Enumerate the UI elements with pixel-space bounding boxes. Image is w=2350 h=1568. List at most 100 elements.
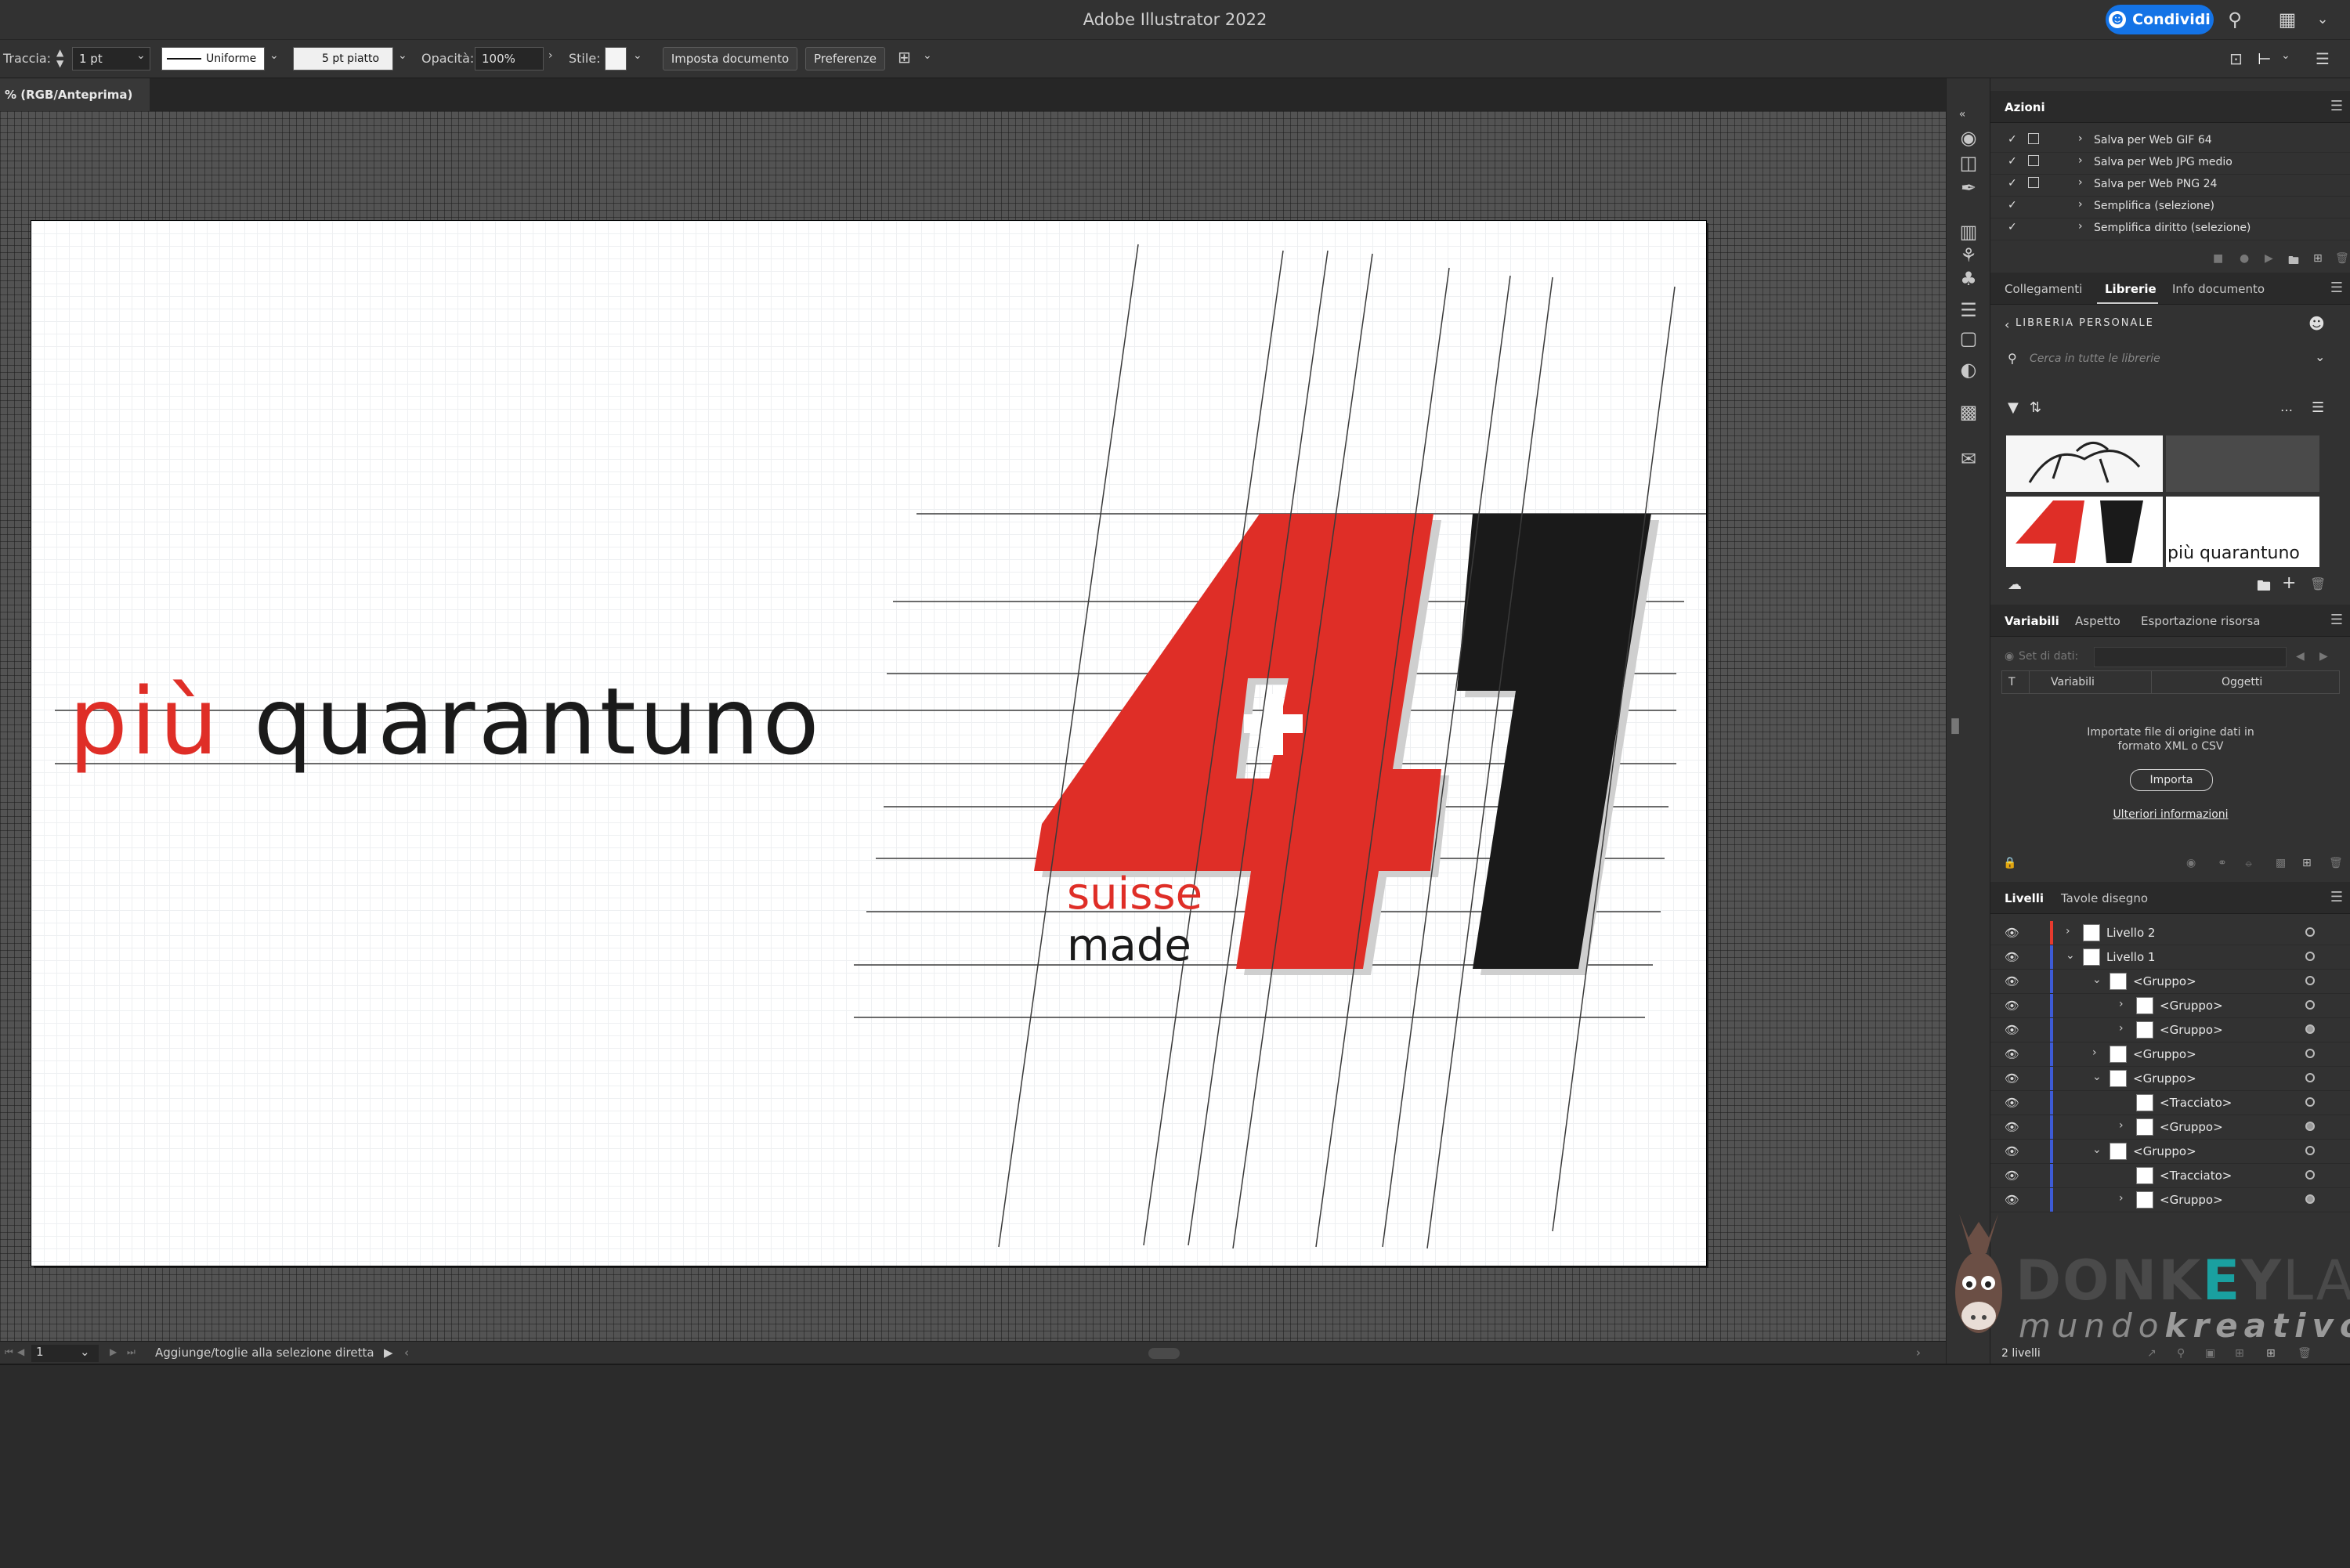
arrange-icon[interactable]: ⊞ bbox=[898, 48, 911, 67]
new-layer-icon[interactable]: ⊞ bbox=[2266, 1347, 2276, 1360]
layer-name[interactable]: <Gruppo> bbox=[2160, 1120, 2223, 1134]
back-chevron-icon[interactable]: ‹ bbox=[2005, 317, 2009, 332]
layer-target-icon[interactable] bbox=[2305, 1000, 2315, 1010]
action-expand-icon[interactable]: › bbox=[2078, 198, 2083, 211]
tab-links[interactable]: Collegamenti bbox=[2005, 282, 2082, 296]
layer-name[interactable]: Livello 2 bbox=[2106, 926, 2155, 940]
style-dropdown-icon[interactable]: ⌄ bbox=[633, 49, 642, 62]
clipping-mask-icon[interactable]: ▣ bbox=[2205, 1347, 2215, 1360]
status-menu-icon[interactable]: ▶ bbox=[384, 1346, 393, 1360]
actions-tab[interactable]: Azioni bbox=[2005, 100, 2045, 114]
variable-width-profile[interactable]: Uniforme bbox=[161, 47, 265, 70]
delete-layer-icon[interactable]: 🗑 bbox=[2298, 1347, 2312, 1360]
layer-expand-icon[interactable]: › bbox=[2119, 1119, 2124, 1132]
layer-row[interactable]: 👁 <Tracciato> bbox=[1990, 1164, 2350, 1188]
new-folder-icon[interactable]: 🖿 bbox=[2257, 576, 2271, 600]
scroll-left-icon[interactable]: ‹ bbox=[404, 1346, 409, 1360]
collapse-panels-icon[interactable]: « bbox=[1950, 102, 1975, 127]
layer-name[interactable]: <Gruppo> bbox=[2133, 1144, 2196, 1158]
layer-row[interactable]: 👁 ⌄ <Gruppo> bbox=[1990, 970, 2350, 994]
layer-expand-icon[interactable]: ⌄ bbox=[2092, 1143, 2102, 1156]
visibility-eye-icon[interactable]: 👁 bbox=[2005, 1023, 2019, 1037]
library-item-placeholder[interactable] bbox=[2166, 435, 2319, 492]
layer-row[interactable]: 👁 <Tracciato> bbox=[1990, 1091, 2350, 1115]
more-info-link[interactable]: Ulteriori informazioni bbox=[1990, 808, 2350, 821]
layer-name[interactable]: <Gruppo> bbox=[2160, 1023, 2223, 1037]
layer-expand-icon[interactable]: ⌄ bbox=[2066, 949, 2075, 962]
layer-row[interactable]: 👁 › Livello 2 bbox=[1990, 921, 2350, 945]
new-variable-icon[interactable]: ⊞ bbox=[2302, 857, 2312, 869]
visibility-eye-icon[interactable]: 👁 bbox=[2005, 1047, 2019, 1061]
swatches-icon[interactable]: ◫ bbox=[1956, 150, 1981, 175]
layer-target-icon[interactable] bbox=[2305, 1073, 2315, 1082]
preferences-button[interactable]: Preferenze bbox=[805, 47, 885, 70]
action-enabled-check-icon[interactable]: ✓ bbox=[2008, 133, 2017, 146]
libraries-icon[interactable]: ▥ bbox=[1956, 219, 1981, 244]
action-enabled-check-icon[interactable]: ✓ bbox=[2008, 199, 2017, 211]
previous-dataset-icon[interactable]: ◀ bbox=[2296, 650, 2305, 663]
visibility-eye-icon[interactable]: 👁 bbox=[2005, 1169, 2019, 1183]
action-enabled-check-icon[interactable]: ✓ bbox=[2008, 221, 2017, 233]
capture-dataset-icon[interactable]: ◉ bbox=[2186, 857, 2196, 869]
new-set-icon[interactable]: 🖿 bbox=[2288, 252, 2299, 271]
layer-target-icon[interactable] bbox=[2305, 1170, 2315, 1180]
brushes-icon[interactable]: ✒ bbox=[1956, 175, 1981, 201]
new-action-icon[interactable]: ⊞ bbox=[2313, 252, 2323, 265]
bind-icon[interactable]: ⚭ bbox=[2218, 857, 2227, 869]
action-expand-icon[interactable]: › bbox=[2078, 154, 2083, 167]
export-icon[interactable]: ↗ bbox=[2147, 1347, 2157, 1360]
layer-expand-icon[interactable]: ⌄ bbox=[2092, 1071, 2102, 1083]
visibility-eye-icon[interactable]: 👁 bbox=[2005, 950, 2019, 964]
layer-row[interactable]: 👁 › <Gruppo> bbox=[1990, 1018, 2350, 1042]
hamburger-menu-icon[interactable]: ☰ bbox=[2316, 49, 2330, 68]
gradient-icon[interactable]: ▢ bbox=[1956, 326, 1981, 351]
align-icon[interactable]: ⊡ bbox=[2229, 49, 2243, 68]
opacity-field[interactable]: 100% bbox=[475, 47, 544, 70]
panel-menu-icon[interactable]: ⌄ bbox=[2281, 49, 2290, 62]
layers-panel-menu-icon[interactable]: ☰ bbox=[2330, 889, 2343, 905]
layer-target-icon[interactable] bbox=[2305, 1049, 2315, 1058]
layer-row[interactable]: 👁 ⌄ <Gruppo> bbox=[1990, 1067, 2350, 1091]
new-sublayer-icon[interactable]: ⊞ bbox=[2235, 1347, 2244, 1360]
visibility-eye-icon[interactable]: 👁 bbox=[2005, 1193, 2019, 1207]
properties-icon[interactable]: ⊢ bbox=[2258, 49, 2271, 68]
graphic-style-swatch[interactable] bbox=[605, 47, 627, 70]
layer-name[interactable]: <Tracciato> bbox=[2160, 1169, 2232, 1183]
tab-asset-export[interactable]: Esportazione risorsa bbox=[2141, 614, 2260, 628]
layer-name[interactable]: <Tracciato> bbox=[2160, 1096, 2232, 1110]
layer-expand-icon[interactable]: ⌄ bbox=[2092, 974, 2102, 986]
action-item[interactable]: ✓ › Salva per Web JPG medio bbox=[1990, 152, 2350, 175]
layer-target-icon[interactable] bbox=[2305, 1024, 2315, 1034]
sort-icon[interactable]: ⇅ bbox=[2030, 399, 2041, 416]
action-dialog-toggle[interactable] bbox=[2028, 177, 2039, 188]
action-item[interactable]: ✓ › Semplifica (selezione) bbox=[1990, 196, 2350, 219]
layer-name[interactable]: <Gruppo> bbox=[2133, 974, 2196, 988]
actions-panel-menu-icon[interactable]: ☰ bbox=[2330, 98, 2343, 114]
cloud-icon[interactable]: ☁ bbox=[2008, 576, 2022, 593]
last-artboard-icon[interactable]: ⏭ bbox=[127, 1346, 136, 1358]
grid-view-icon[interactable]: … bbox=[2280, 399, 2293, 414]
delete-variable-icon[interactable]: 🗑 bbox=[2329, 857, 2343, 869]
brush-dropdown-icon[interactable]: ⌄ bbox=[398, 49, 407, 62]
document-tab[interactable]: % (RGB/Anteprima) bbox=[0, 78, 150, 111]
add-item-icon[interactable]: + bbox=[2282, 573, 2296, 593]
first-artboard-icon[interactable]: ⏮ bbox=[5, 1346, 13, 1358]
action-item[interactable]: ✓ › Semplifica diritto (selezione) bbox=[1990, 218, 2350, 240]
layer-name[interactable]: <Gruppo> bbox=[2133, 1047, 2196, 1061]
layer-row[interactable]: 👁 ⌄ <Gruppo> bbox=[1990, 1140, 2350, 1164]
tab-layers[interactable]: Livelli bbox=[2005, 891, 2044, 905]
unbind-icon[interactable]: ⦵ bbox=[2244, 857, 2254, 869]
stroke-stepper-icon[interactable]: ▲ ▼ bbox=[56, 47, 63, 69]
action-dialog-toggle[interactable] bbox=[2028, 133, 2039, 144]
layer-name[interactable]: Livello 1 bbox=[2106, 950, 2155, 964]
visibility-eye-icon[interactable]: 👁 bbox=[2005, 1144, 2019, 1158]
layer-target-icon[interactable] bbox=[2305, 952, 2315, 961]
variable-icon[interactable]: ▩ bbox=[2276, 857, 2286, 869]
color-guide-icon[interactable]: ◉ bbox=[1956, 125, 1981, 150]
tab-appearance[interactable]: Aspetto bbox=[2075, 614, 2120, 628]
scroll-right-icon[interactable]: › bbox=[1916, 1346, 1921, 1360]
layer-target-icon[interactable] bbox=[2305, 1146, 2315, 1155]
next-artboard-icon[interactable]: ▶ bbox=[110, 1346, 117, 1357]
layer-target-icon[interactable] bbox=[2305, 976, 2315, 985]
layer-row[interactable]: 👁 ⌄ Livello 1 bbox=[1990, 945, 2350, 970]
